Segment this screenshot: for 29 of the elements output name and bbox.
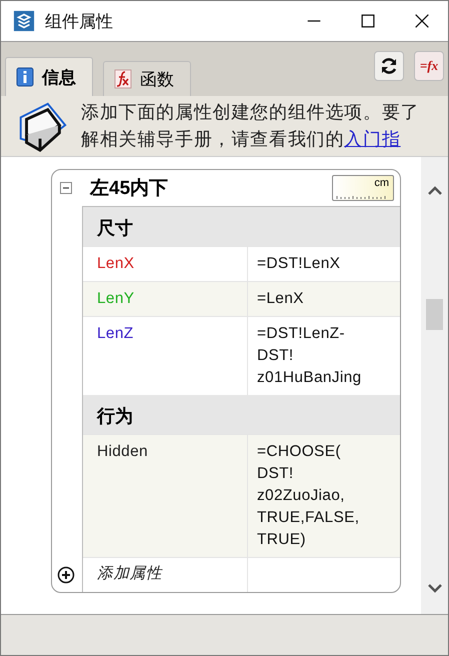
info-text: 添加下面的属性创建您的组件选项。要了解相关辅导手册，请查看我们的入门指 (81, 101, 420, 151)
getting-started-link[interactable]: 入门指 (344, 129, 401, 149)
group-header: 行为 (83, 395, 400, 434)
add-icon[interactable] (57, 566, 75, 584)
attribute-formula[interactable]: =DST!LenZ- DST! z01HuBanJing (248, 317, 400, 395)
maximize-icon[interactable] (359, 12, 377, 30)
units-ruler[interactable]: cm (332, 175, 394, 201)
group-header: 尺寸 (83, 207, 400, 246)
scroll-down-icon[interactable] (426, 584, 442, 594)
info-icon (16, 67, 34, 87)
close-icon[interactable] (413, 12, 431, 30)
app-logo-icon (13, 10, 35, 32)
function-icon (114, 69, 132, 89)
add-attribute-label[interactable]: 添加属性 (83, 558, 248, 592)
tab[interactable]: 函数 (103, 61, 191, 96)
collapse-icon[interactable] (60, 182, 72, 194)
attribute-formula[interactable]: =CHOOSE( DST! z02ZuoJiao, TRUE,FALSE, TRUE) (248, 435, 400, 557)
scrollbar[interactable] (421, 157, 448, 614)
tab[interactable]: 信息 (5, 57, 93, 96)
component-title: 左45内下 (90, 177, 168, 201)
scroll-thumb[interactable] (426, 299, 443, 330)
formula-button[interactable]: =fx (414, 51, 444, 81)
attribute-formula[interactable]: =DST!LenX (248, 247, 400, 281)
window-title: 组件属性 (45, 10, 113, 32)
scroll-up-icon[interactable] (426, 185, 442, 195)
refresh-button[interactable] (374, 51, 404, 81)
attribute-formula[interactable]: =LenX (248, 282, 400, 316)
refresh-icon (379, 56, 399, 76)
attribute-name[interactable]: Hidden (83, 435, 248, 557)
